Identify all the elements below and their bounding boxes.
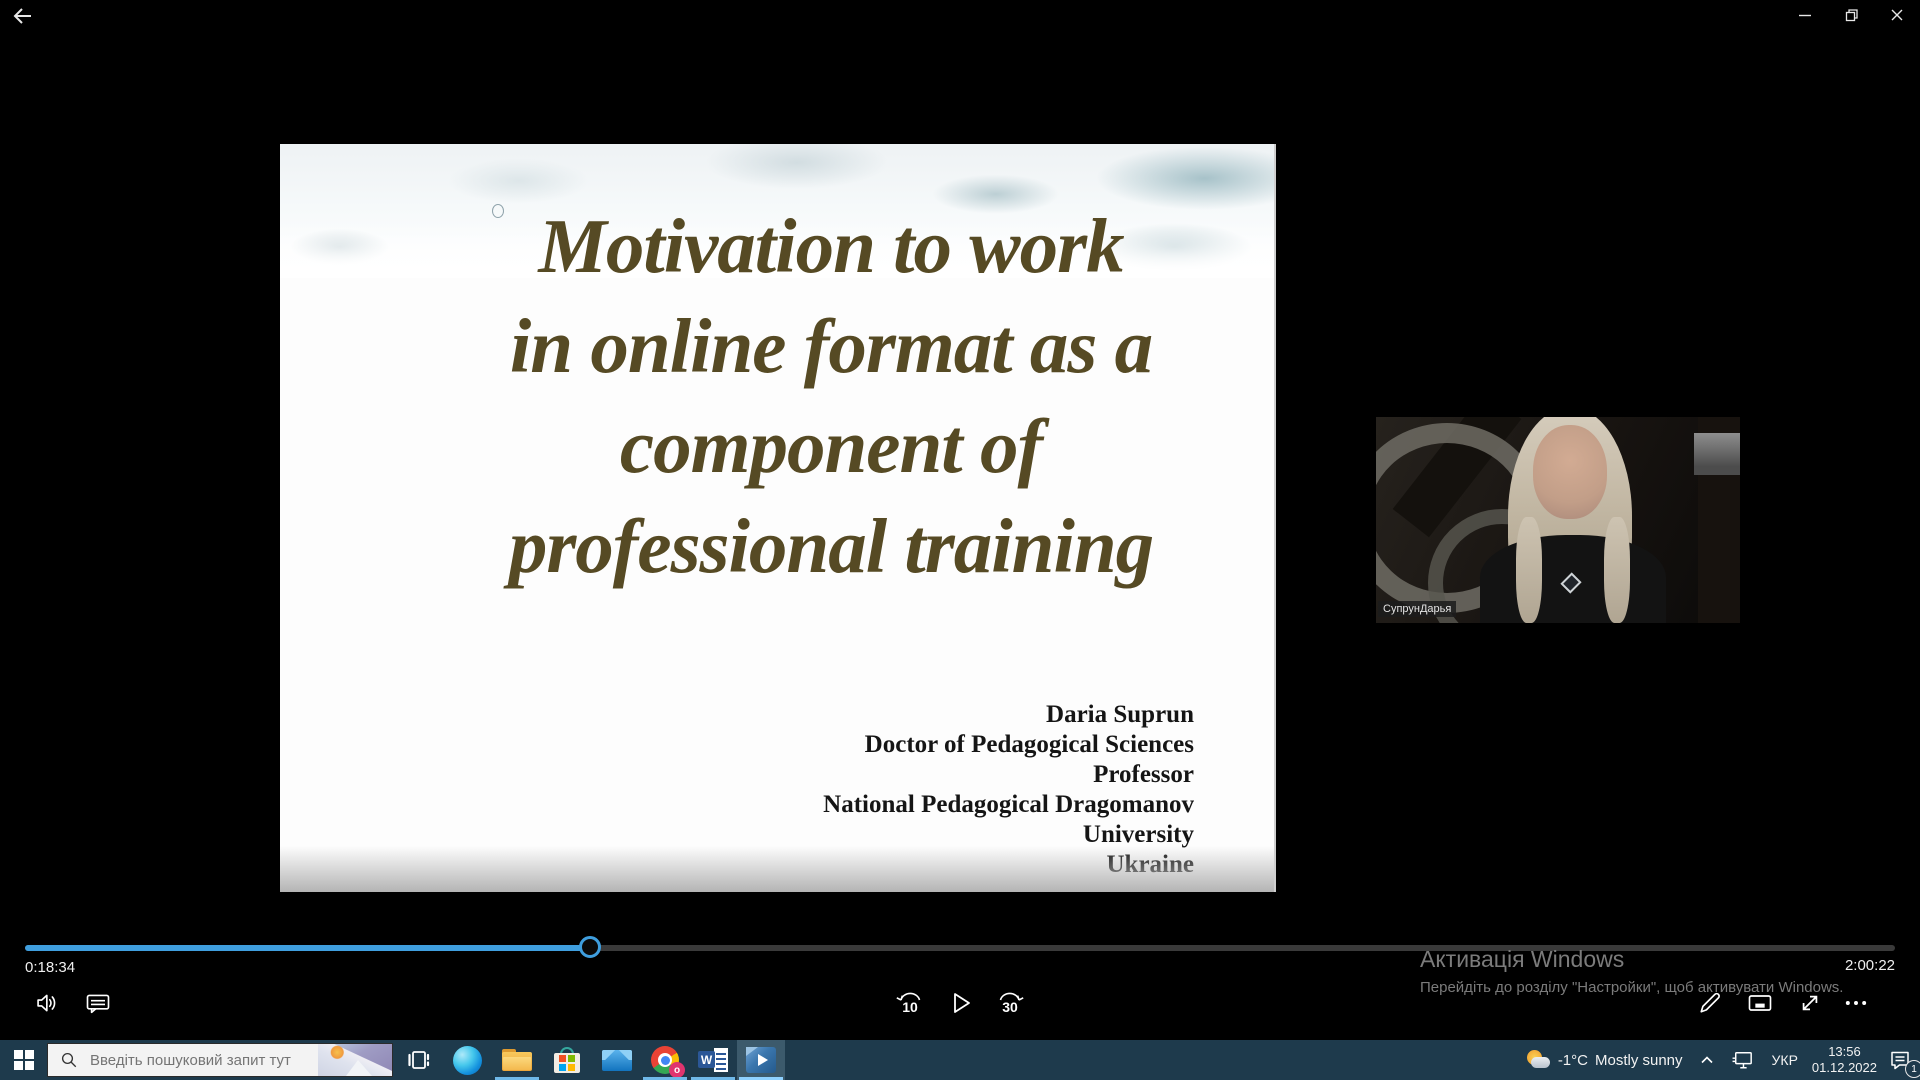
background-furniture [1694, 433, 1740, 475]
play-button[interactable] [943, 986, 977, 1020]
fullscreen-button[interactable] [1793, 986, 1827, 1020]
slide-title-line: Motivation to work [398, 196, 1264, 296]
weather-condition: Mostly sunny [1595, 1052, 1683, 1069]
skip-back-label: 10 [893, 999, 927, 1015]
arrow-left-icon [11, 4, 35, 28]
presentation-slide: Motivation to work in online format as a… [280, 144, 1276, 892]
task-view-button[interactable] [396, 1040, 440, 1080]
weather-widget[interactable]: -1°C Mostly sunny [1522, 1040, 1686, 1080]
taskbar-app-movies-tv[interactable] [737, 1040, 785, 1080]
more-options-icon [1842, 989, 1870, 1017]
tray-date: 01.12.2022 [1812, 1060, 1877, 1076]
search-icon [60, 1051, 78, 1069]
slide-title-line: in online format as a [398, 296, 1264, 396]
restore-icon [1844, 8, 1859, 23]
subtitles-button[interactable] [81, 986, 115, 1020]
taskbar-app-file-explorer[interactable] [493, 1040, 541, 1080]
more-options-button[interactable] [1839, 986, 1873, 1020]
notification-badge: 1 [1905, 1060, 1920, 1078]
activation-title: Активація Windows [1420, 946, 1843, 972]
tray-time: 13:56 [1812, 1044, 1877, 1060]
subtitles-icon [84, 989, 112, 1017]
progress-thumb[interactable] [579, 936, 601, 958]
author-line: National Pedagogical Dragomanov [823, 790, 1194, 820]
network-button[interactable] [1728, 1040, 1758, 1080]
taskbar-app-mail[interactable] [593, 1040, 641, 1080]
minimize-button[interactable] [1782, 0, 1828, 30]
network-icon [1731, 1050, 1755, 1070]
taskbar-app-edge[interactable] [443, 1040, 491, 1080]
close-button[interactable] [1874, 0, 1920, 30]
speaker-face [1533, 425, 1607, 519]
search-input[interactable] [88, 1051, 302, 1070]
skip-back-10-button[interactable]: 10 [893, 986, 927, 1020]
weather-icon [1525, 1050, 1551, 1070]
mini-player-icon [1746, 989, 1774, 1017]
author-line: Professor [823, 760, 1194, 790]
pen-icon [1696, 989, 1724, 1017]
slide-title-line: component of [398, 396, 1264, 496]
mini-player-button[interactable] [1743, 986, 1777, 1020]
file-explorer-icon [502, 1049, 532, 1071]
windows-start-icon [14, 1050, 34, 1070]
webcam-video: СупрунДарья [1376, 417, 1740, 623]
system-tray: -1°C Mostly sunny УКР 13:56 01.12.2022 1 [1522, 1040, 1916, 1080]
slide-title-line: professional training [398, 496, 1264, 596]
minimize-icon [1798, 8, 1812, 22]
word-icon: W [698, 1047, 728, 1073]
edge-icon [453, 1046, 482, 1075]
language-indicator: УКР [1772, 1052, 1798, 1068]
hidden-icons-button[interactable] [1697, 1040, 1717, 1080]
clock[interactable]: 13:56 01.12.2022 [1812, 1044, 1877, 1076]
skip-forward-label: 30 [993, 999, 1027, 1015]
keyboard-language-button[interactable]: УКР [1769, 1040, 1801, 1080]
chrome-profile-badge: o [669, 1062, 685, 1078]
action-center-button[interactable]: 1 [1888, 1048, 1916, 1072]
progress-fill [25, 945, 590, 951]
webcam-name-label: СупрунДарья [1378, 601, 1456, 617]
skip-forward-30-button[interactable]: 30 [993, 986, 1027, 1020]
fullscreen-icon [1796, 989, 1824, 1017]
start-button[interactable] [0, 1040, 48, 1080]
volume-icon [34, 989, 62, 1017]
slide-title: Motivation to work in online format as a… [398, 196, 1264, 596]
elapsed-time: 0:18:34 [25, 959, 75, 976]
temperature: -1°C [1558, 1052, 1588, 1069]
windows-activation-watermark: Активація Windows Перейдіть до розділу "… [1420, 946, 1843, 997]
activation-subtitle: Перейдіть до розділу "Настройки", щоб ак… [1420, 979, 1843, 997]
taskbar-app-chrome[interactable]: o [641, 1040, 689, 1080]
store-icon [554, 1047, 580, 1073]
taskbar-app-word[interactable]: W [689, 1040, 737, 1080]
back-button[interactable] [6, 2, 40, 30]
author-line: Daria Suprun [823, 700, 1194, 730]
restore-button[interactable] [1828, 0, 1874, 30]
search-highlight-image [318, 1044, 392, 1076]
window-controls [1782, 0, 1920, 30]
task-view-icon [405, 1047, 431, 1073]
author-line: Doctor of Pedagogical Sciences [823, 730, 1194, 760]
chevron-up-icon [1700, 1055, 1714, 1065]
speaker-hair-strand [1516, 517, 1542, 623]
close-icon [1890, 8, 1904, 22]
slide-bottom-fade [280, 846, 1274, 892]
taskbar-search[interactable] [47, 1043, 393, 1077]
movies-tv-icon [746, 1047, 776, 1073]
speaker-hair-strand [1604, 517, 1630, 623]
volume-button[interactable] [31, 986, 65, 1020]
pen-annotation-button[interactable] [1693, 986, 1727, 1020]
taskbar-app-store[interactable] [543, 1040, 591, 1080]
mail-icon [602, 1050, 632, 1071]
chrome-icon: o [651, 1046, 679, 1074]
play-icon [943, 986, 977, 1020]
